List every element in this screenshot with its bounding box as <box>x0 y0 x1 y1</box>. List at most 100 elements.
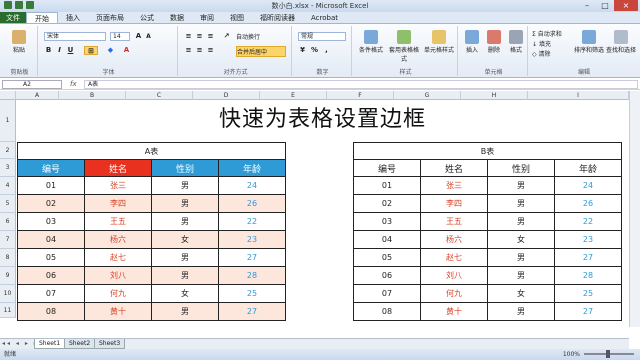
column-header-C[interactable]: C <box>126 91 193 100</box>
table_a-cell[interactable]: 28 <box>218 266 286 285</box>
orientation-icon[interactable]: ↗ <box>222 32 231 41</box>
table_b-cell[interactable]: 23 <box>554 230 622 249</box>
increase-font-icon[interactable]: A <box>134 32 143 41</box>
table_a-cell[interactable]: 男 <box>151 248 219 267</box>
insert-button[interactable]: 插入 <box>462 30 482 54</box>
table_a-cell[interactable]: 26 <box>218 194 286 213</box>
table_b-header-cell[interactable]: 姓名 <box>420 159 488 177</box>
table_b-cell[interactable]: 刘八 <box>420 266 488 285</box>
sheet-title[interactable]: 快速为表格设置边框 <box>16 100 629 140</box>
table_a-cell[interactable]: 何九 <box>84 284 152 303</box>
table_b-cell[interactable]: 杨六 <box>420 230 488 249</box>
table_a-cell[interactable]: 03 <box>17 212 85 231</box>
table_b-cell[interactable]: 赵七 <box>420 248 488 267</box>
table_a-cell[interactable]: 07 <box>17 284 85 303</box>
column-header-E[interactable]: E <box>260 91 327 100</box>
table_a-cell[interactable]: 01 <box>17 176 85 195</box>
table_a-cell[interactable]: 02 <box>17 194 85 213</box>
table_b-cell[interactable]: 黄十 <box>420 302 488 321</box>
table_a-cell[interactable]: 男 <box>151 212 219 231</box>
table_a-cell[interactable]: 女 <box>151 284 219 303</box>
align-left-icon[interactable]: ≡ <box>184 46 193 55</box>
table_b-cell[interactable]: 26 <box>554 194 622 213</box>
table_b-cell[interactable]: 男 <box>487 266 555 285</box>
comma-icon[interactable]: , <box>322 46 331 55</box>
row-header-4[interactable]: 4 <box>0 177 16 195</box>
tab-2[interactable]: 插入 <box>58 12 88 23</box>
table_a-cell[interactable]: 23 <box>218 230 286 249</box>
table_b-cell[interactable]: 男 <box>487 212 555 231</box>
table_a-cell[interactable]: 赵七 <box>84 248 152 267</box>
align-right-icon[interactable]: ≡ <box>206 46 215 55</box>
paste-button[interactable]: 粘贴 <box>6 30 32 54</box>
name-box[interactable]: A2 <box>2 80 62 89</box>
table_a-cell[interactable]: 25 <box>218 284 286 303</box>
vertical-scrollbar[interactable] <box>629 91 640 327</box>
table_b-cell[interactable]: 何九 <box>420 284 488 303</box>
tab-0[interactable]: 文件 <box>0 12 26 23</box>
table_b-cell[interactable]: 男 <box>487 176 555 195</box>
table-a[interactable]: 编号 姓名 性别 年龄 01 张三男 24 02 李四男 26 03 王五男 22 04 杨六女 23 05 赵七… <box>17 159 286 321</box>
number-format-select[interactable]: 常规 <box>298 32 346 41</box>
tab-5[interactable]: 数据 <box>162 12 192 23</box>
row-header-6[interactable]: 6 <box>0 213 16 231</box>
table_a-header-cell[interactable]: 编号 <box>17 159 85 177</box>
table_a-cell[interactable]: 27 <box>218 248 286 267</box>
table_a-cell[interactable]: 张三 <box>84 176 152 195</box>
row-header-2[interactable]: 2 <box>0 142 16 159</box>
table_b-header-cell[interactable]: 年龄 <box>554 159 622 177</box>
sheet-tab-2[interactable]: Sheet2 <box>64 339 96 349</box>
table_b-cell[interactable]: 05 <box>353 248 421 267</box>
cond-format-button[interactable]: 条件格式 <box>356 30 386 54</box>
column-header-F[interactable]: F <box>327 91 394 100</box>
table_b-cell[interactable]: 24 <box>554 176 622 195</box>
fx-icon[interactable]: fx <box>70 80 77 88</box>
zoom-level[interactable]: 100% <box>563 349 580 360</box>
close-button[interactable]: × <box>614 0 638 11</box>
align-top-icon[interactable]: ≡ <box>184 32 193 41</box>
table-a-caption[interactable]: A表 <box>17 142 286 159</box>
zoom-slider[interactable] <box>584 350 634 358</box>
table_a-cell[interactable]: 男 <box>151 176 219 195</box>
table_b-cell[interactable]: 男 <box>487 302 555 321</box>
table_a-cell[interactable]: 黄十 <box>84 302 152 321</box>
table_b-cell[interactable]: 28 <box>554 266 622 285</box>
fill-color-icon[interactable]: ◆ <box>106 46 115 55</box>
table_b-cell[interactable]: 男 <box>487 194 555 213</box>
row-header-10[interactable]: 10 <box>0 285 16 303</box>
tab-4[interactable]: 公式 <box>132 12 162 23</box>
table_a-cell[interactable]: 男 <box>151 194 219 213</box>
table_b-cell[interactable]: 03 <box>353 212 421 231</box>
table_a-cell[interactable]: 男 <box>151 266 219 285</box>
align-center-icon[interactable]: ≡ <box>195 46 204 55</box>
row-header-8[interactable]: 8 <box>0 249 16 267</box>
borders-button[interactable]: ⊞ <box>84 46 98 55</box>
format-button[interactable]: 格式 <box>506 30 526 54</box>
row-header-5[interactable]: 5 <box>0 195 16 213</box>
table_a-cell[interactable]: 刘八 <box>84 266 152 285</box>
table_b-cell[interactable]: 06 <box>353 266 421 285</box>
table_b-header-cell[interactable]: 性别 <box>487 159 555 177</box>
formula-input[interactable]: A表 <box>84 80 638 89</box>
tab-3[interactable]: 页面布局 <box>88 12 132 23</box>
table_b-cell[interactable]: 04 <box>353 230 421 249</box>
zoom-slider-knob[interactable] <box>606 350 610 358</box>
percent-icon[interactable]: % <box>310 46 319 55</box>
table_b-cell[interactable]: 王五 <box>420 212 488 231</box>
table_b-cell[interactable]: 27 <box>554 248 622 267</box>
column-header-H[interactable]: H <box>461 91 528 100</box>
currency-icon[interactable]: ¥ <box>298 46 307 55</box>
clear-button[interactable]: ◇ 清除 <box>532 49 572 58</box>
bold-button[interactable]: B <box>44 46 53 55</box>
fill-button[interactable]: ↓ 填充 <box>532 39 572 48</box>
font-size-select[interactable]: 14 <box>110 32 130 41</box>
merge-center-button[interactable]: 合并后居中 <box>236 46 286 57</box>
maximize-button[interactable]: □ <box>596 0 614 11</box>
column-header-B[interactable]: B <box>59 91 126 100</box>
sheet-tab-1[interactable]: Sheet1 <box>34 339 66 349</box>
row-header-1[interactable]: 1 <box>0 100 16 142</box>
sheet-tab-3[interactable]: Sheet3 <box>94 339 126 349</box>
table_b-cell[interactable]: 01 <box>353 176 421 195</box>
table_b-cell[interactable]: 22 <box>554 212 622 231</box>
table-b-caption[interactable]: B表 <box>353 142 622 159</box>
